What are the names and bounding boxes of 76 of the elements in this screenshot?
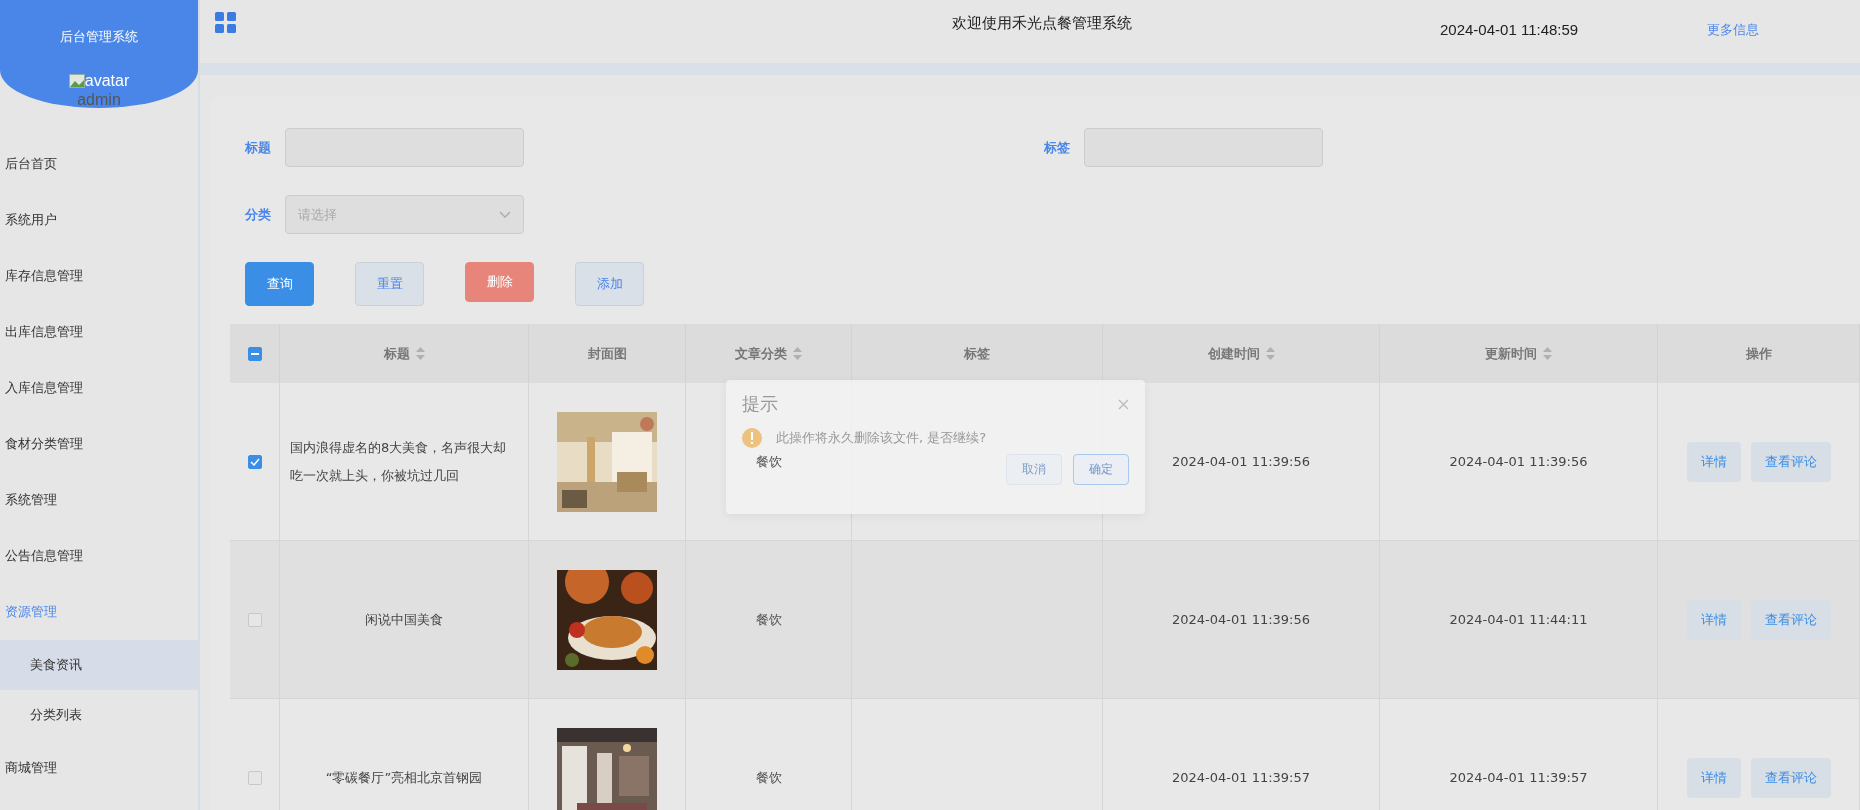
menu-item[interactable]: 商城管理 bbox=[0, 740, 198, 796]
menu-item[interactable]: 后台首页 bbox=[0, 136, 198, 192]
menu-item[interactable]: 系统管理 bbox=[0, 472, 198, 528]
table-cell-text: 国内浪得虚名的8大美食，名声很大却吃一次就上头，你被坑过几回 bbox=[290, 438, 508, 485]
broken-image-icon bbox=[68, 74, 85, 88]
sort-icon[interactable] bbox=[793, 347, 802, 360]
menu-item[interactable]: 食材分类管理 bbox=[0, 416, 198, 472]
table-cell: 2024-04-01 11:44:11 bbox=[1449, 612, 1588, 627]
column-header-cell[interactable]: 标签 bbox=[852, 324, 1103, 383]
column-header: 更新时间 bbox=[1485, 344, 1537, 363]
action-button[interactable]: 添加 bbox=[575, 262, 644, 306]
sort-icon[interactable] bbox=[1265, 347, 1275, 360]
menu-item[interactable]: 入库信息管理 bbox=[0, 360, 198, 416]
menu-item[interactable]: 资源管理 bbox=[0, 584, 198, 640]
sort-icon[interactable] bbox=[415, 347, 425, 360]
action-button[interactable]: 删除 bbox=[465, 262, 534, 302]
column-header-cell[interactable]: 封面图 bbox=[529, 324, 686, 383]
row-action-button[interactable]: 查看评论 bbox=[1750, 757, 1831, 798]
username: admin bbox=[77, 91, 121, 109]
action-button[interactable]: 重置 bbox=[355, 262, 424, 306]
row-action-button[interactable]: 查看评论 bbox=[1750, 441, 1831, 482]
column-header: 封面图 bbox=[587, 344, 627, 363]
row-checkbox[interactable] bbox=[247, 612, 262, 627]
filter-label: 标签 bbox=[1044, 138, 1071, 157]
dialog-button[interactable]: 取消 bbox=[1006, 454, 1062, 485]
sort-icon[interactable] bbox=[1543, 347, 1552, 360]
chevron-icon[interactable] bbox=[499, 210, 511, 219]
table-cell: 2024-04-01 11:39:57 bbox=[1449, 770, 1588, 785]
table-cell: 2024-04-01 11:39:56 bbox=[1171, 454, 1311, 469]
menu-item[interactable]: 出库信息管理 bbox=[0, 304, 198, 360]
submenu-item[interactable]: 美食资讯 bbox=[0, 640, 198, 690]
menu-item[interactable]: 库存信息管理 bbox=[0, 248, 198, 304]
date-time: 2024-04-01 11:48:59 bbox=[1440, 21, 1579, 38]
welcome-title: 欢迎使用禾光点餐管理系统 bbox=[952, 14, 1132, 33]
avatar-alt-text: avatar bbox=[84, 72, 130, 90]
table-cell: 餐饮 bbox=[755, 768, 782, 787]
table-cell: 2024-04-01 11:39:56 bbox=[1449, 454, 1588, 469]
column-header: 文章分类 bbox=[735, 344, 787, 363]
row-action-button[interactable]: 详情 bbox=[1686, 441, 1741, 482]
menu-item[interactable]: 公告信息管理 bbox=[0, 528, 198, 584]
more-info-link[interactable]: 更多信息 bbox=[1707, 21, 1759, 39]
dialog-message: 此操作将永久删除该文件, 是否继续? bbox=[776, 429, 987, 447]
table-cell: 餐饮 bbox=[755, 452, 782, 471]
warning-icon bbox=[742, 428, 762, 448]
row-action-button[interactable]: 查看评论 bbox=[1750, 599, 1831, 640]
menu-item[interactable]: 系统用户 bbox=[0, 192, 198, 248]
column-header: 操作 bbox=[1745, 344, 1772, 363]
row-checkbox[interactable] bbox=[247, 770, 262, 785]
column-header: 创建时间 bbox=[1207, 344, 1260, 363]
column-header-cell[interactable]: 操作 bbox=[1658, 324, 1860, 383]
grid-icon[interactable] bbox=[215, 12, 236, 33]
dialog-title: 提示 bbox=[742, 392, 778, 416]
row-action-button[interactable]: 详情 bbox=[1686, 757, 1741, 798]
input-field[interactable] bbox=[1084, 128, 1323, 167]
action-button[interactable]: 查询 bbox=[245, 262, 314, 306]
table-cell-text: 闲说中国美食 bbox=[365, 610, 443, 629]
column-header-cell[interactable]: 创建时间 bbox=[1103, 324, 1380, 383]
table-cell-text: “零碳餐厅”亮相北京首钢园 bbox=[325, 768, 483, 787]
dialog-button[interactable]: 确定 bbox=[1073, 454, 1129, 485]
column-header: 标签 bbox=[964, 344, 990, 363]
filter-label: 标题 bbox=[245, 138, 272, 157]
close-icon[interactable] bbox=[1118, 398, 1129, 410]
table-cell: 餐饮 bbox=[755, 610, 782, 629]
table-cell: 2024-04-01 11:39:57 bbox=[1171, 770, 1311, 785]
input-field[interactable] bbox=[285, 128, 524, 167]
column-header: 标题 bbox=[383, 344, 410, 363]
submenu-item[interactable]: 分类列表 bbox=[0, 690, 198, 740]
row-action-button[interactable]: 详情 bbox=[1686, 599, 1741, 640]
column-header-cell[interactable]: 更新时间 bbox=[1380, 324, 1658, 383]
row-checkbox[interactable] bbox=[247, 454, 262, 469]
filter-label: 分类 bbox=[245, 205, 272, 224]
column-header-cell[interactable]: 标题 bbox=[280, 324, 529, 383]
table-cell: 2024-04-01 11:39:56 bbox=[1171, 612, 1311, 627]
app-title: 后台管理系统 bbox=[60, 28, 138, 46]
column-header-cell[interactable]: 文章分类 bbox=[686, 324, 852, 383]
select-all-checkbox[interactable] bbox=[247, 346, 262, 361]
